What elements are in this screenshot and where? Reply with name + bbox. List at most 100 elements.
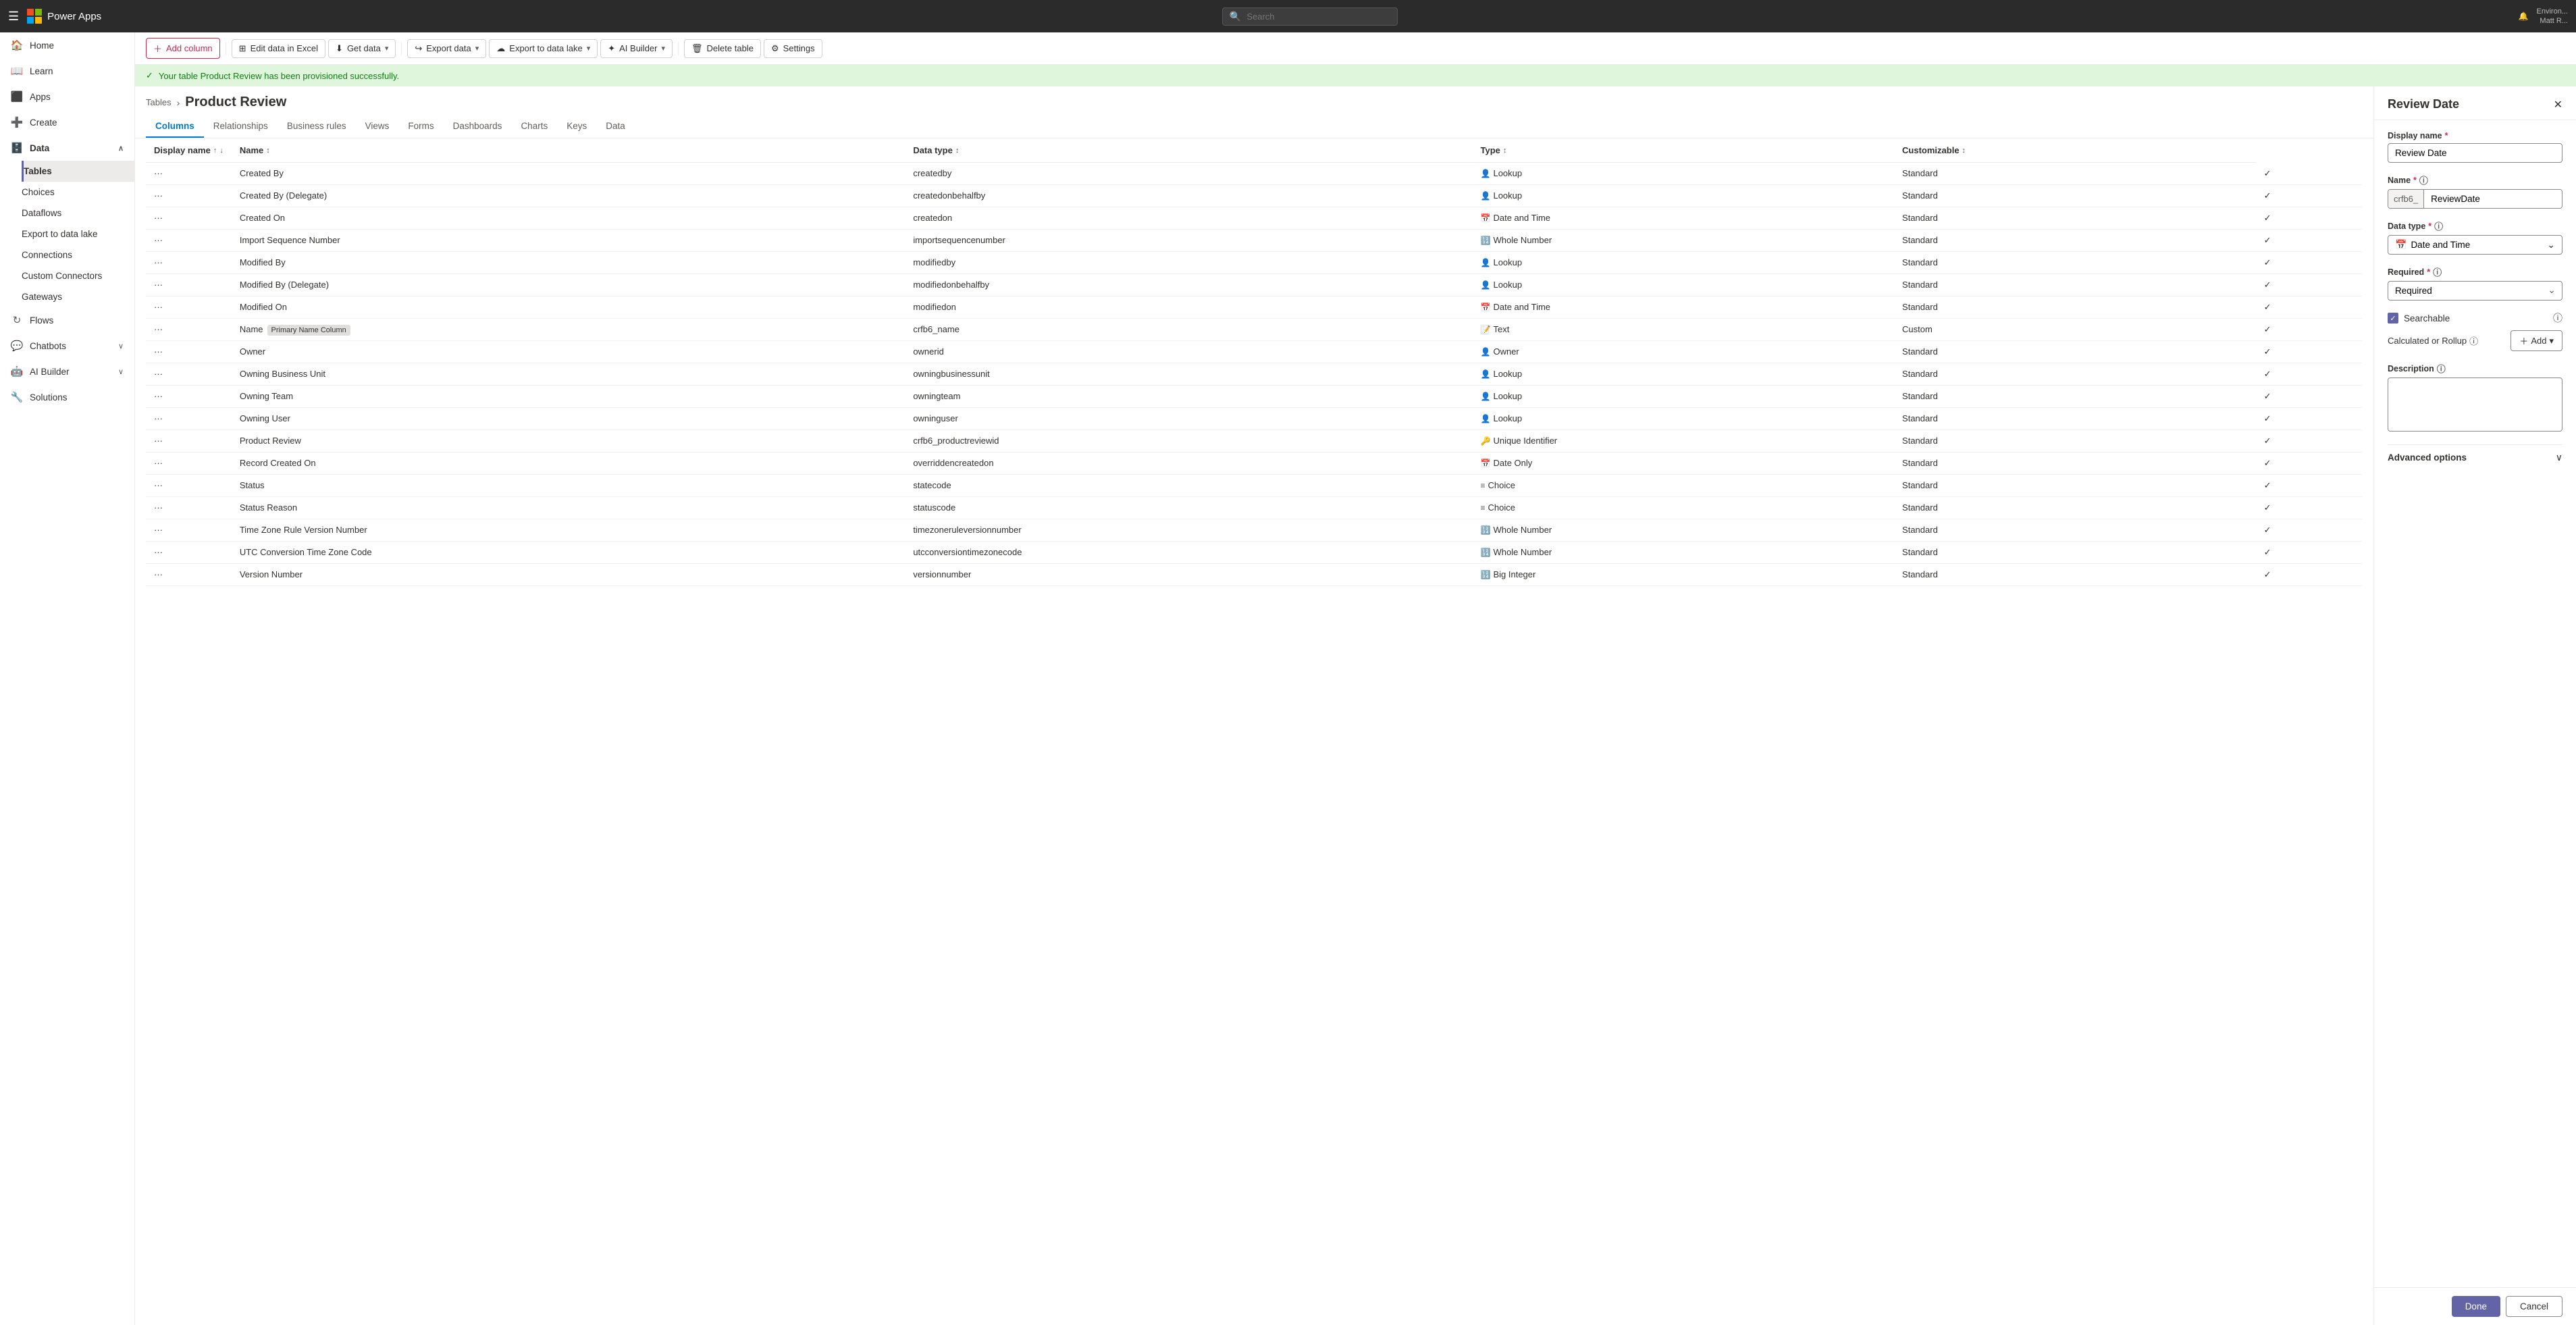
row-dots[interactable]: ···	[146, 496, 232, 519]
advanced-options-row[interactable]: Advanced options ∨	[2388, 444, 2562, 470]
breadcrumb-tables-link[interactable]: Tables	[146, 97, 172, 107]
sort-icon[interactable]: ↕	[1503, 147, 1507, 155]
done-button[interactable]: Done	[2452, 1296, 2500, 1317]
sidebar-item-flows[interactable]: ↻ Flows	[0, 307, 134, 333]
name-input[interactable]	[2424, 190, 2562, 208]
row-data-type: 👤Lookup	[1473, 163, 1895, 185]
search-bar[interactable]: 🔍	[1222, 7, 1398, 26]
sidebar-item-ai-builder[interactable]: 🤖 AI Builder ∨	[0, 359, 134, 384]
row-data-type: 👤Lookup	[1473, 363, 1895, 385]
sidebar-item-export-data-lake[interactable]: Export to data lake	[22, 224, 134, 244]
add-calc-button[interactable]: ＋ Add ▾	[2511, 330, 2562, 351]
ai-builder-button[interactable]: ✦ AI Builder ▾	[600, 39, 673, 58]
sidebar-item-solutions[interactable]: 🔧 Solutions	[0, 384, 134, 410]
calc-info-icon[interactable]: ⓘ	[2469, 334, 2478, 347]
sidebar-item-home[interactable]: 🏠 Home	[0, 32, 134, 58]
description-textarea[interactable]	[2388, 378, 2562, 432]
sidebar-item-connections[interactable]: Connections	[22, 244, 134, 265]
description-field: Description ⓘ	[2388, 362, 2562, 434]
sidebar-item-choices[interactable]: Choices	[22, 182, 134, 203]
row-dots[interactable]: ···	[146, 363, 232, 385]
tab-forms[interactable]: Forms	[398, 115, 443, 138]
hamburger-icon[interactable]: ☰	[8, 9, 19, 24]
row-dots[interactable]: ···	[146, 563, 232, 586]
row-name: utcconversiontimezonecode	[905, 541, 1472, 563]
sidebar-item-create[interactable]: ➕ Create	[0, 109, 134, 135]
data-type-info-icon[interactable]: ⓘ	[2434, 219, 2443, 232]
sort-up-icon[interactable]: ↑	[213, 147, 217, 155]
sidebar-item-custom-connectors[interactable]: Custom Connectors	[22, 265, 134, 286]
row-dots[interactable]: ···	[146, 519, 232, 541]
search-input[interactable]	[1246, 11, 1390, 22]
row-dots[interactable]: ···	[146, 274, 232, 296]
checkmark-icon: ✓	[2264, 391, 2271, 401]
required-info-icon[interactable]: ⓘ	[2433, 265, 2442, 278]
row-dots[interactable]: ···	[146, 340, 232, 363]
display-name-input[interactable]	[2388, 143, 2562, 163]
success-icon: ✓	[146, 70, 153, 81]
data-type-select-wrap[interactable]: 📅 Date and Time Date Only Text Whole Num…	[2388, 235, 2562, 255]
tab-dashboards[interactable]: Dashboards	[444, 115, 512, 138]
row-dots[interactable]: ···	[146, 184, 232, 207]
tab-columns[interactable]: Columns	[146, 115, 204, 138]
tab-views[interactable]: Views	[356, 115, 399, 138]
export-data-lake-button[interactable]: ☁ Export to data lake ▾	[489, 39, 598, 58]
row-dots[interactable]: ···	[146, 407, 232, 430]
row-type: Standard	[1894, 163, 2256, 185]
settings-button[interactable]: ⚙ Settings	[764, 39, 822, 58]
data-type-select[interactable]: Date and Time Date Only Text Whole Numbe…	[2411, 240, 2543, 250]
sidebar-item-gateways[interactable]: Gateways	[22, 286, 134, 307]
sort-icon[interactable]: ↕	[1962, 147, 1966, 155]
name-info-icon[interactable]: ⓘ	[2419, 174, 2428, 186]
row-dots[interactable]: ···	[146, 207, 232, 229]
panel-close-button[interactable]: ✕	[2554, 98, 2562, 111]
tab-keys[interactable]: Keys	[557, 115, 596, 138]
sort-down-icon[interactable]: ↓	[219, 147, 224, 155]
table-row: ···Owning Userowninguser👤LookupStandard✓	[146, 407, 2363, 430]
sidebar-item-learn[interactable]: 📖 Learn	[0, 58, 134, 84]
sidebar-item-label: Connections	[22, 250, 72, 260]
row-dots[interactable]: ···	[146, 296, 232, 318]
searchable-label: Searchable	[2404, 313, 2450, 323]
row-dots[interactable]: ···	[146, 541, 232, 563]
row-dots[interactable]: ···	[146, 251, 232, 274]
sidebar-item-tables[interactable]: Tables	[22, 161, 134, 182]
tab-charts[interactable]: Charts	[511, 115, 557, 138]
sort-icon[interactable]: ↕	[266, 147, 270, 155]
required-select[interactable]: Required Optional	[2388, 281, 2562, 301]
row-dots[interactable]: ···	[146, 229, 232, 251]
name-input-group: crfb6_	[2388, 189, 2562, 209]
get-data-button[interactable]: ⬇ Get data ▾	[328, 39, 396, 58]
sort-icon[interactable]: ↕	[955, 147, 960, 155]
tab-relationships[interactable]: Relationships	[204, 115, 278, 138]
sidebar-item-apps[interactable]: ⬛ Apps	[0, 84, 134, 109]
row-dots[interactable]: ···	[146, 318, 232, 340]
add-column-button[interactable]: ＋ Add column	[146, 38, 220, 59]
row-dots[interactable]: ···	[146, 163, 232, 185]
row-type: Standard	[1894, 541, 2256, 563]
tab-data[interactable]: Data	[596, 115, 635, 138]
row-dots[interactable]: ···	[146, 430, 232, 452]
tab-business-rules[interactable]: Business rules	[278, 115, 356, 138]
row-dots[interactable]: ···	[146, 385, 232, 407]
row-data-type: ≡Choice	[1473, 496, 1895, 519]
sidebar-item-dataflows[interactable]: Dataflows	[22, 203, 134, 224]
delete-table-button[interactable]: 🗑 Delete table	[684, 39, 761, 58]
sidebar-item-data[interactable]: 🗄️ Data ∧	[0, 135, 134, 161]
sidebar-item-chatbots[interactable]: 💬 Chatbots ∨	[0, 333, 134, 359]
row-display-name: Status Reason	[232, 496, 905, 519]
row-customizable: ✓	[2256, 496, 2363, 519]
row-customizable: ✓	[2256, 541, 2363, 563]
searchable-checkbox[interactable]	[2388, 313, 2398, 323]
row-display-name: Record Created On	[232, 452, 905, 474]
cancel-button[interactable]: Cancel	[2506, 1296, 2562, 1317]
desc-info-icon[interactable]: ⓘ	[2437, 362, 2446, 375]
row-display-name: Owning Business Unit	[232, 363, 905, 385]
row-dots[interactable]: ···	[146, 452, 232, 474]
notification-icon[interactable]: 🔔	[2519, 11, 2529, 21]
export-data-button[interactable]: ↪ Export data ▾	[407, 39, 486, 58]
row-dots[interactable]: ···	[146, 474, 232, 496]
searchable-info-icon[interactable]: ⓘ	[2553, 311, 2562, 325]
edit-excel-button[interactable]: ⊞ Edit data in Excel	[232, 39, 325, 58]
export-lake-icon: ☁	[496, 43, 505, 54]
